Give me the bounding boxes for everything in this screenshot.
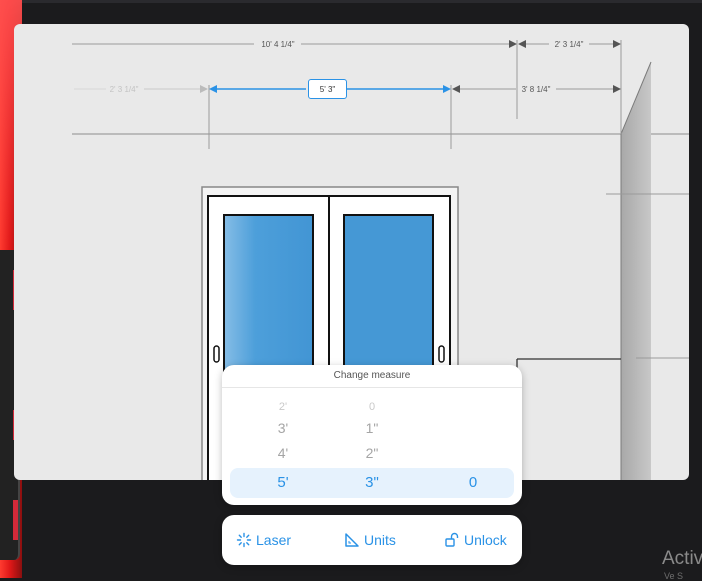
dim-arrow	[613, 85, 621, 93]
dim-arrow	[509, 40, 517, 48]
dim-right-segment[interactable]: 2' 3 1/4"	[555, 40, 584, 49]
picker-option[interactable]: 3'	[253, 420, 313, 436]
device-stripe	[13, 500, 18, 540]
unlock-icon	[445, 532, 459, 547]
laser-label: Laser	[256, 532, 292, 548]
picker-option[interactable]: 0	[342, 401, 402, 413]
picker-title: Change measure	[333, 370, 411, 381]
activation-watermark-sub: Ve S	[664, 571, 684, 581]
picker-option[interactable]: 2"	[342, 445, 402, 461]
picker-selected-fraction[interactable]: 0	[443, 474, 503, 491]
laser-button[interactable]: Laser	[236, 531, 291, 549]
dim-arrow-selected	[443, 85, 451, 93]
dim-overall-width[interactable]: 10' 4 1/4"	[261, 40, 294, 49]
door-handle-right	[438, 345, 445, 363]
ruler-triangle-icon	[345, 533, 359, 547]
picker-option[interactable]: 4'	[253, 445, 313, 461]
units-label: Units	[364, 532, 396, 548]
unlock-label: Unlock	[464, 532, 507, 548]
picker-selected-feet[interactable]: 5'	[253, 474, 313, 491]
change-measure-picker[interactable]: Change measure 2' 3' 4' 5' 0 1" 2" 3" 0	[222, 365, 522, 505]
dim-right-offset[interactable]: 3' 8 1/4"	[522, 85, 551, 94]
dim-arrow-selected	[209, 85, 217, 93]
unlock-button[interactable]: Unlock	[444, 531, 507, 549]
selected-dimension-label[interactable]: 5' 3"	[308, 79, 347, 99]
dim-arrow	[613, 40, 621, 48]
picker-selected-inches[interactable]: 3"	[342, 474, 402, 491]
dim-left-offset[interactable]: 2' 3 1/4"	[110, 85, 139, 94]
activation-watermark: Activ	[662, 548, 702, 569]
picker-option[interactable]: 2'	[253, 401, 313, 413]
dim-arrow	[200, 85, 208, 93]
dim-arrow	[452, 85, 460, 93]
door-handle-left	[213, 345, 220, 363]
bottom-toolbar: Laser Units Unlock	[222, 515, 522, 565]
dim-arrow	[518, 40, 526, 48]
window-top-strip	[0, 0, 702, 3]
picker-divider	[222, 387, 522, 388]
right-side-wall	[621, 62, 651, 480]
units-button[interactable]: Units	[344, 531, 396, 549]
laser-icon	[236, 532, 252, 548]
picker-option[interactable]: 1"	[342, 420, 402, 436]
